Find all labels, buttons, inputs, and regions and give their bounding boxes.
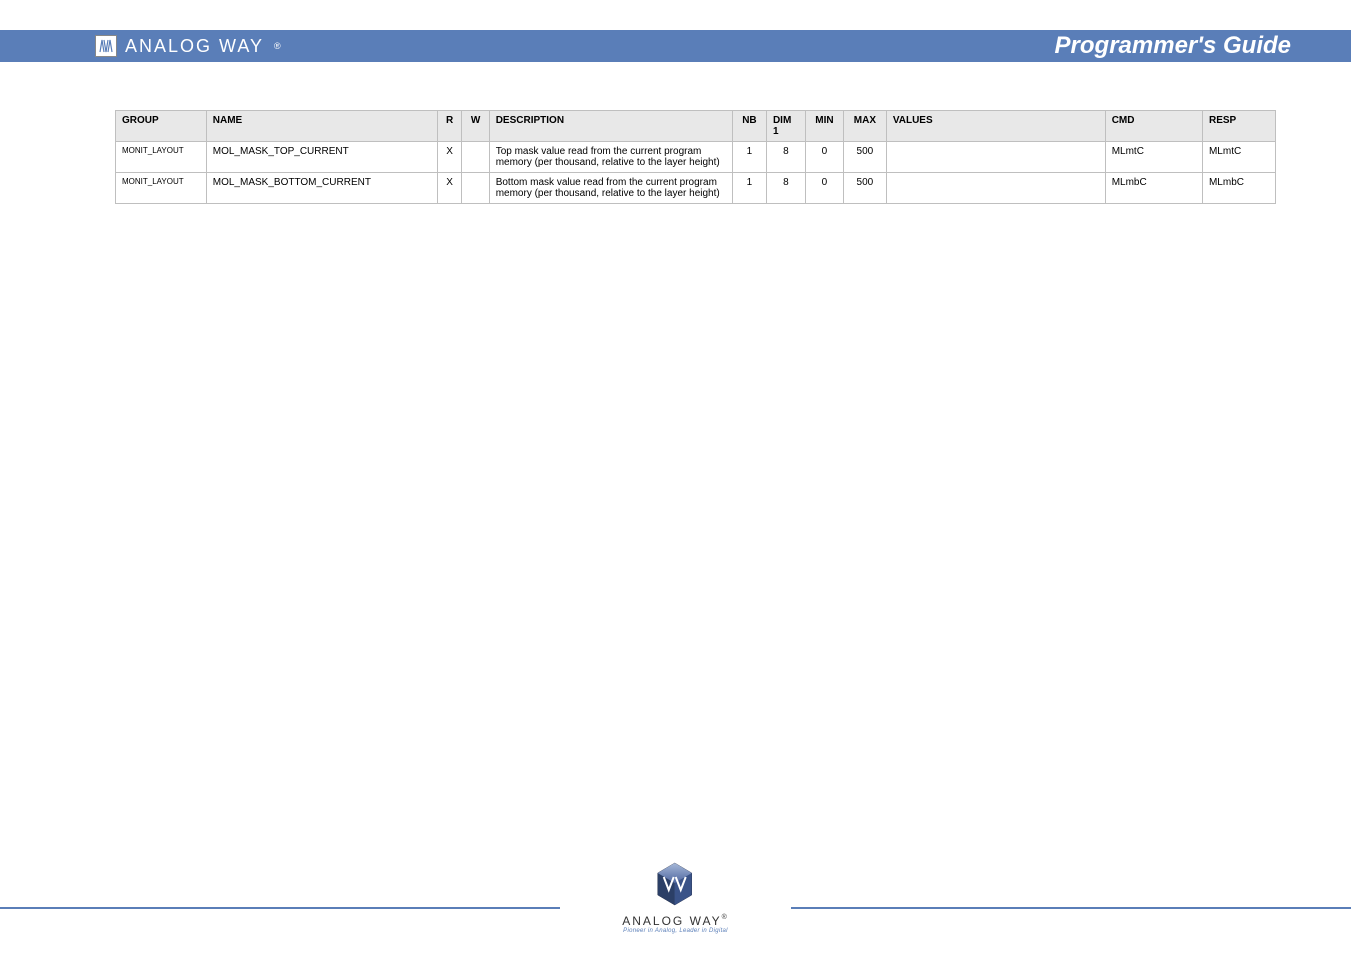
th-values: VALUES: [886, 111, 1105, 142]
header-logo: ANALOG WAY ®: [95, 35, 281, 57]
th-r: R: [437, 111, 462, 142]
footer-rule-left: [0, 907, 560, 909]
cell-cmd: MLmbC: [1105, 173, 1202, 204]
cell-group: MONIT_LAYOUT: [116, 173, 207, 204]
cell-max: 500: [843, 142, 886, 173]
cell-w: [462, 142, 489, 173]
cell-dim1: 8: [766, 142, 805, 173]
footer-brand-reg: ®: [722, 914, 729, 921]
th-group: GROUP: [116, 111, 207, 142]
footer-brand-text: ANALOG WAY: [622, 914, 721, 928]
cell-values: [886, 142, 1105, 173]
cell-r: X: [437, 173, 462, 204]
th-resp: RESP: [1202, 111, 1275, 142]
cell-resp: MLmtC: [1202, 142, 1275, 173]
cell-group: MONIT_LAYOUT: [116, 142, 207, 173]
cell-name: MOL_MASK_BOTTOM_CURRENT: [206, 173, 437, 204]
th-w: W: [462, 111, 489, 142]
footer: ANALOG WAY® Pioneer in Analog, Leader in…: [0, 814, 1351, 954]
footer-brand: ANALOG WAY®: [622, 914, 729, 928]
logo-text: ANALOG WAY: [125, 36, 264, 57]
cell-max: 500: [843, 173, 886, 204]
cell-resp: MLmbC: [1202, 173, 1275, 204]
th-nb: NB: [732, 111, 766, 142]
cell-min: 0: [805, 142, 843, 173]
th-dim1: DIM 1: [766, 111, 805, 142]
th-cmd: CMD: [1105, 111, 1202, 142]
cell-dim1: 8: [766, 173, 805, 204]
cell-cmd: MLmtC: [1105, 142, 1202, 173]
cell-nb: 1: [732, 173, 766, 204]
th-desc: DESCRIPTION: [489, 111, 732, 142]
logo-registered: ®: [274, 41, 281, 51]
th-min: MIN: [805, 111, 843, 142]
header-bar: ANALOG WAY ® Programmer's Guide: [0, 30, 1351, 62]
cell-desc: Top mask value read from the current pro…: [489, 142, 732, 173]
cell-r: X: [437, 142, 462, 173]
logo-mark-icon: [95, 35, 117, 57]
th-name: NAME: [206, 111, 437, 142]
command-table: GROUP NAME R W DESCRIPTION NB DIM 1 MIN …: [115, 110, 1276, 204]
table-row: MONIT_LAYOUT MOL_MASK_BOTTOM_CURRENT X B…: [116, 173, 1276, 204]
page-title: Programmer's Guide: [1055, 32, 1291, 60]
footer-logo: ANALOG WAY® Pioneer in Analog, Leader in…: [622, 855, 729, 934]
footer-rule-right: [791, 907, 1351, 909]
cell-desc: Bottom mask value read from the current …: [489, 173, 732, 204]
footer-tagline: Pioneer in Analog, Leader in Digital: [622, 928, 729, 934]
th-max: MAX: [843, 111, 886, 142]
cell-min: 0: [805, 173, 843, 204]
table-row: MONIT_LAYOUT MOL_MASK_TOP_CURRENT X Top …: [116, 142, 1276, 173]
table-header-row: GROUP NAME R W DESCRIPTION NB DIM 1 MIN …: [116, 111, 1276, 142]
cube-icon: [648, 855, 703, 910]
cell-nb: 1: [732, 142, 766, 173]
cell-w: [462, 173, 489, 204]
cell-name: MOL_MASK_TOP_CURRENT: [206, 142, 437, 173]
cell-values: [886, 173, 1105, 204]
